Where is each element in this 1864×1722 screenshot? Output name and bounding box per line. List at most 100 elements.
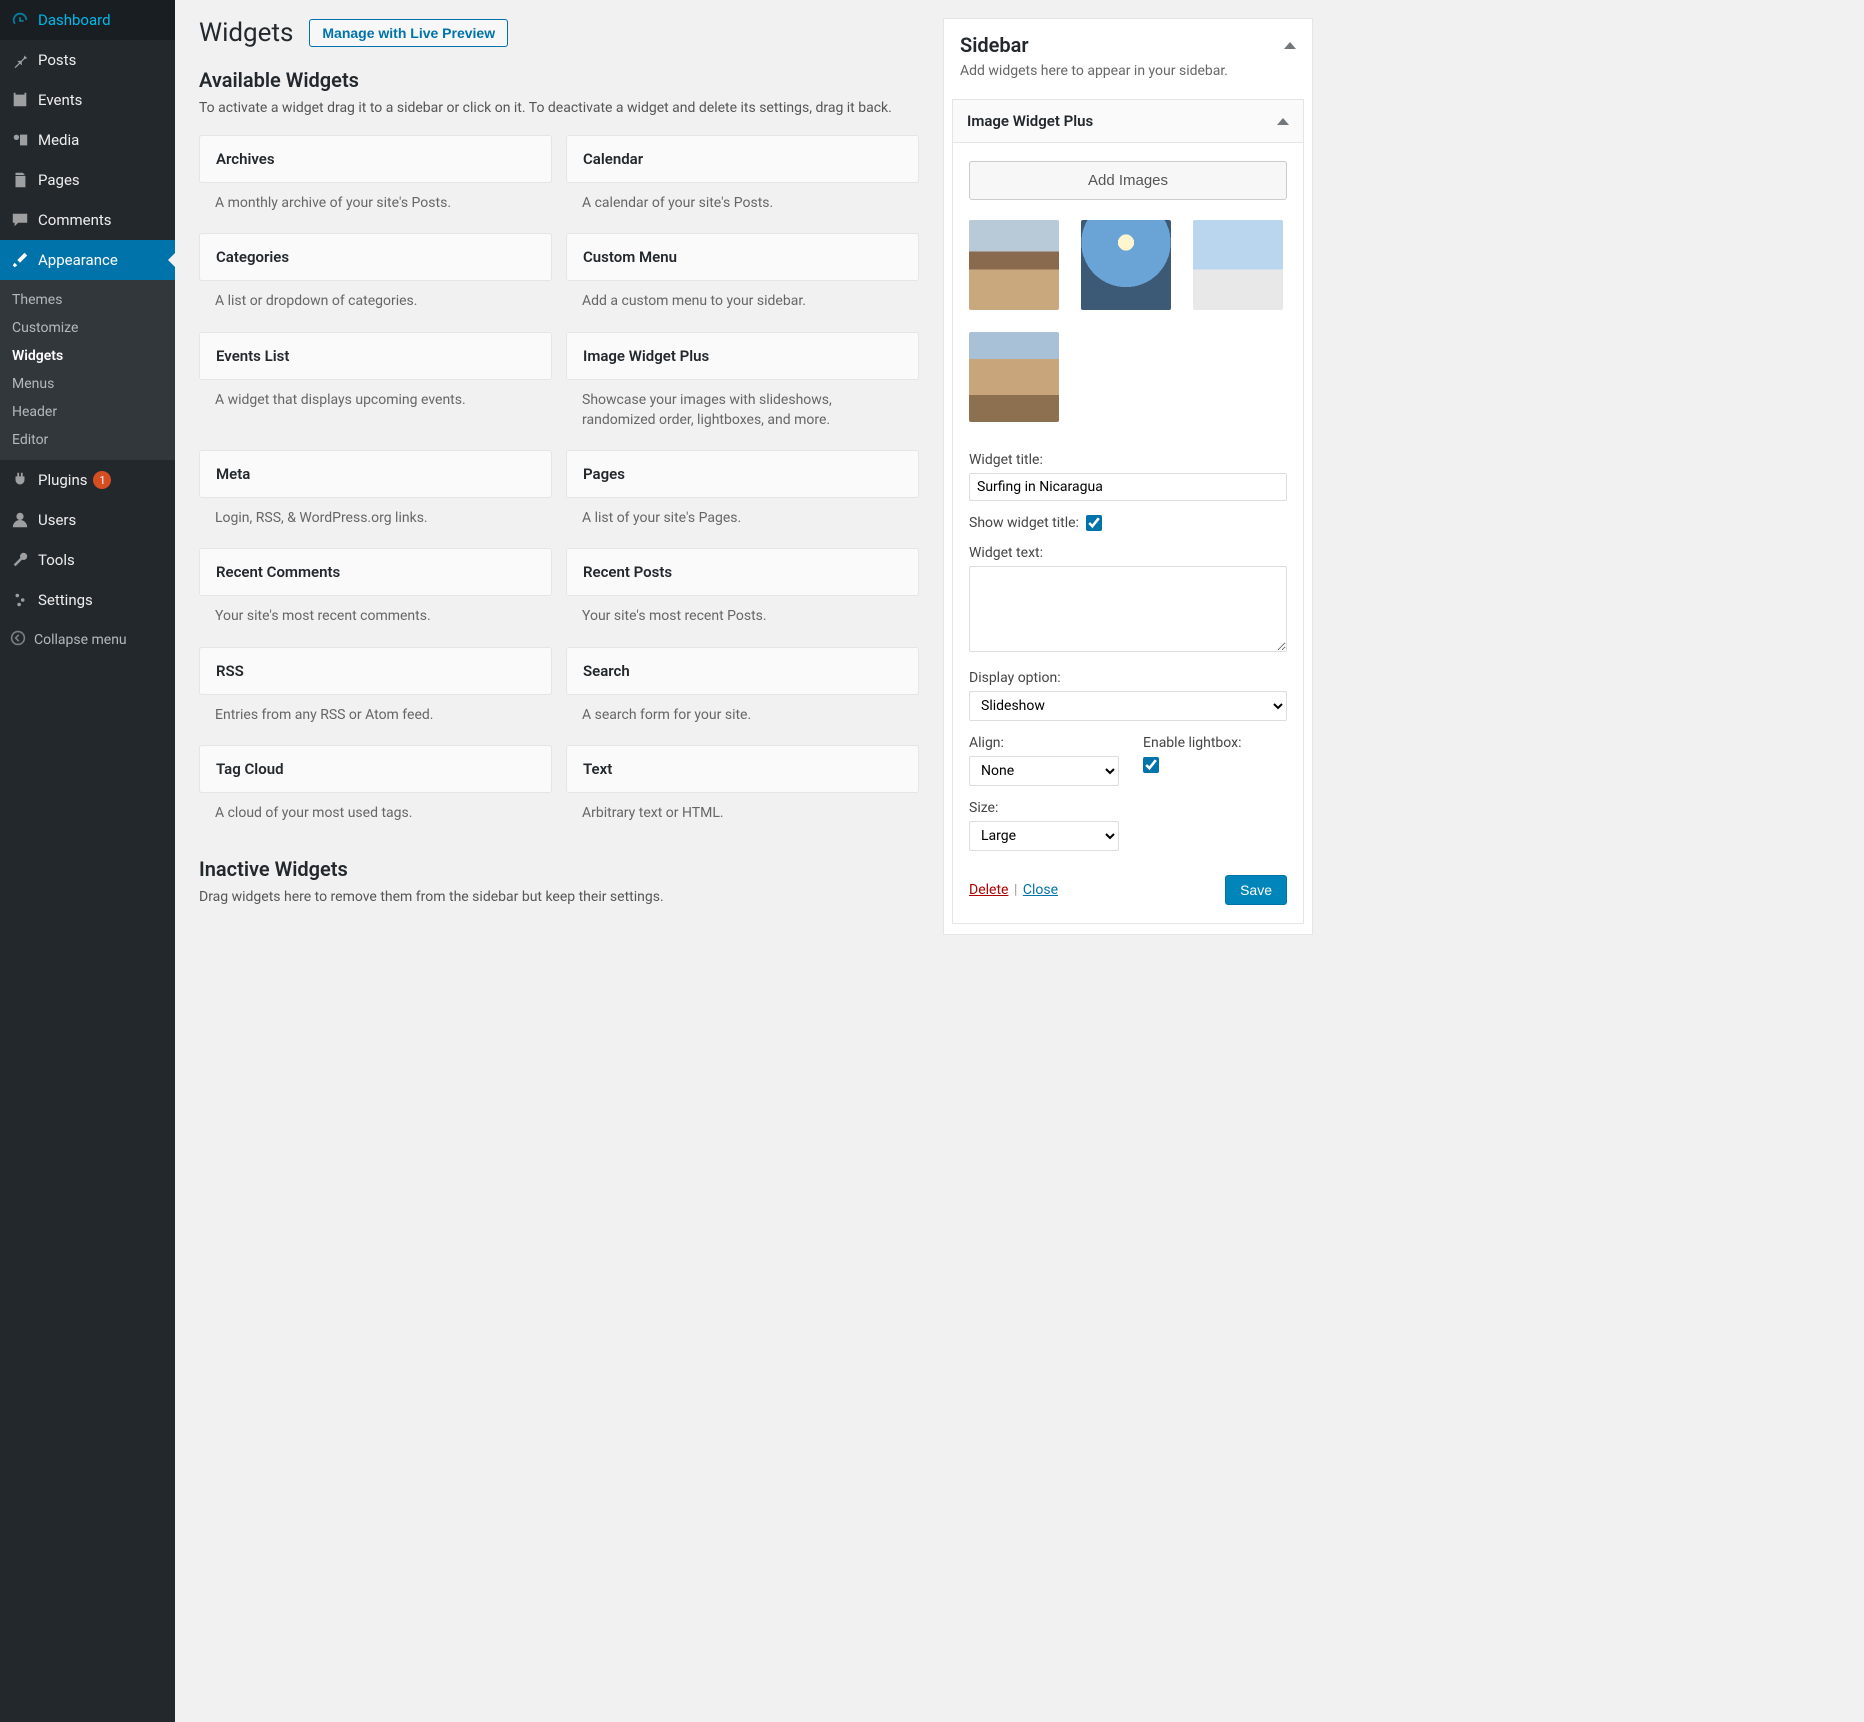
widget-tag-cloud[interactable]: Tag Cloud <box>199 745 552 793</box>
main-content: Widgets Manage with Live Preview Availab… <box>175 0 1864 1722</box>
image-thumbnail[interactable] <box>969 220 1059 310</box>
admin-sidebar: Dashboard Posts Events Media Pages Comme… <box>0 0 175 1722</box>
widget-meta[interactable]: Meta <box>199 450 552 498</box>
widget-recent-posts[interactable]: Recent Posts <box>566 548 919 596</box>
size-select[interactable]: Large <box>969 821 1119 851</box>
subnav-customize[interactable]: Customize <box>0 314 175 342</box>
widget-desc: A search form for your site. <box>566 695 919 731</box>
lightbox-checkbox[interactable] <box>1143 757 1159 773</box>
widget-title-label: Widget title: <box>969 452 1287 468</box>
image-thumbnail[interactable] <box>1081 220 1171 310</box>
sidebar-panel: Sidebar Add widgets here to appear in yo… <box>943 18 1313 935</box>
nav-posts[interactable]: Posts <box>0 40 175 80</box>
caret-up-icon[interactable] <box>1277 118 1289 125</box>
widget-text-textarea[interactable] <box>969 566 1287 652</box>
widget-calendar[interactable]: Calendar <box>566 135 919 183</box>
nav-label: Dashboard <box>38 11 111 29</box>
user-icon <box>10 510 30 530</box>
widget-instance-iwp: Image Widget Plus Add Images Widget titl… <box>952 99 1304 924</box>
caret-up-icon[interactable] <box>1284 42 1296 49</box>
show-widget-title-row: Show widget title: <box>969 515 1287 531</box>
nav-pages[interactable]: Pages <box>0 160 175 200</box>
widget-categories[interactable]: Categories <box>199 233 552 281</box>
widget-image-widget-plus[interactable]: Image Widget Plus <box>566 332 919 380</box>
widget-instance-footer: Delete | Close Save <box>969 875 1287 905</box>
align-select[interactable]: None <box>969 756 1119 786</box>
pages-icon <box>10 170 30 190</box>
subnav-menus[interactable]: Menus <box>0 370 175 398</box>
nav-label: Posts <box>38 51 76 69</box>
display-option-select[interactable]: Slideshow <box>969 691 1287 721</box>
brush-icon <box>10 250 30 270</box>
nav-plugins[interactable]: Plugins 1 <box>0 460 175 500</box>
widget-recent-comments[interactable]: Recent Comments <box>199 548 552 596</box>
widget-desc: A calendar of your site's Posts. <box>566 183 919 219</box>
widget-desc: Your site's most recent Posts. <box>566 596 919 632</box>
image-thumbnails <box>969 220 1287 422</box>
widget-desc: Entries from any RSS or Atom feed. <box>199 695 552 731</box>
nav-tools[interactable]: Tools <box>0 540 175 580</box>
image-thumbnail[interactable] <box>1193 220 1283 310</box>
live-preview-button[interactable]: Manage with Live Preview <box>309 19 508 47</box>
widget-text-row: Widget text: <box>969 545 1287 656</box>
lightbox-row: Enable lightbox: <box>1143 735 1241 786</box>
nav-settings[interactable]: Settings <box>0 580 175 620</box>
size-label: Size: <box>969 800 1119 816</box>
sidebar-panel-title: Sidebar <box>960 33 1029 57</box>
widget-archives[interactable]: Archives <box>199 135 552 183</box>
page-header: Widgets Manage with Live Preview <box>199 18 919 48</box>
nav-dashboard[interactable]: Dashboard <box>0 0 175 40</box>
nav-users[interactable]: Users <box>0 500 175 540</box>
nav-media[interactable]: Media <box>0 120 175 160</box>
nav-comments[interactable]: Comments <box>0 200 175 240</box>
subnav-editor[interactable]: Editor <box>0 426 175 454</box>
comment-icon <box>10 210 30 230</box>
widget-instance-header[interactable]: Image Widget Plus <box>953 100 1303 143</box>
nav-label: Media <box>38 131 79 149</box>
nav-appearance[interactable]: Appearance <box>0 240 175 280</box>
sidebar-panel-desc: Add widgets here to appear in your sideb… <box>944 63 1312 93</box>
nav-label: Tools <box>38 551 75 569</box>
collapse-label: Collapse menu <box>34 632 127 648</box>
subnav-widgets[interactable]: Widgets <box>0 342 175 370</box>
add-images-button[interactable]: Add Images <box>969 161 1287 200</box>
sidebar-panel-header[interactable]: Sidebar <box>944 19 1312 63</box>
show-widget-title-label: Show widget title: <box>969 515 1079 531</box>
widget-desc: Add a custom menu to your sidebar. <box>566 281 919 317</box>
display-option-label: Display option: <box>969 670 1287 686</box>
collapse-menu[interactable]: Collapse menu <box>0 620 175 660</box>
image-thumbnail[interactable] <box>969 332 1059 422</box>
widget-search[interactable]: Search <box>566 647 919 695</box>
footer-links: Delete | Close <box>969 882 1058 898</box>
close-link[interactable]: Close <box>1023 882 1058 898</box>
nav-label: Plugins <box>38 471 87 489</box>
pin-icon <box>10 50 30 70</box>
widget-desc: A list of your site's Pages. <box>566 498 919 534</box>
subnav-header[interactable]: Header <box>0 398 175 426</box>
nav-label: Pages <box>38 171 80 189</box>
inactive-widgets-heading: Inactive Widgets <box>199 857 919 881</box>
widget-title-input[interactable] <box>969 473 1287 501</box>
show-widget-title-checkbox[interactable] <box>1086 515 1102 531</box>
plugins-badge: 1 <box>93 471 111 489</box>
widget-instance-title: Image Widget Plus <box>967 112 1093 130</box>
subnav-themes[interactable]: Themes <box>0 286 175 314</box>
left-column: Widgets Manage with Live Preview Availab… <box>199 18 919 1704</box>
nav-events[interactable]: Events <box>0 80 175 120</box>
save-button[interactable]: Save <box>1225 875 1287 905</box>
widget-text[interactable]: Text <box>566 745 919 793</box>
widget-text-label: Widget text: <box>969 545 1287 561</box>
widget-desc: A widget that displays upcoming events. <box>199 380 552 416</box>
widget-events-list[interactable]: Events List <box>199 332 552 380</box>
align-label: Align: <box>969 735 1119 751</box>
widget-custom-menu[interactable]: Custom Menu <box>566 233 919 281</box>
widget-rss[interactable]: RSS <box>199 647 552 695</box>
divider: | <box>1014 882 1017 898</box>
widget-title-row: Widget title: <box>969 452 1287 501</box>
widget-instance-body: Add Images Widget title: Show widget tit… <box>953 143 1303 923</box>
right-column: Sidebar Add widgets here to appear in yo… <box>943 18 1313 1704</box>
inactive-widgets-section: Inactive Widgets Drag widgets here to re… <box>199 857 919 908</box>
widget-desc: Arbitrary text or HTML. <box>566 793 919 829</box>
delete-link[interactable]: Delete <box>969 882 1008 898</box>
widget-pages[interactable]: Pages <box>566 450 919 498</box>
